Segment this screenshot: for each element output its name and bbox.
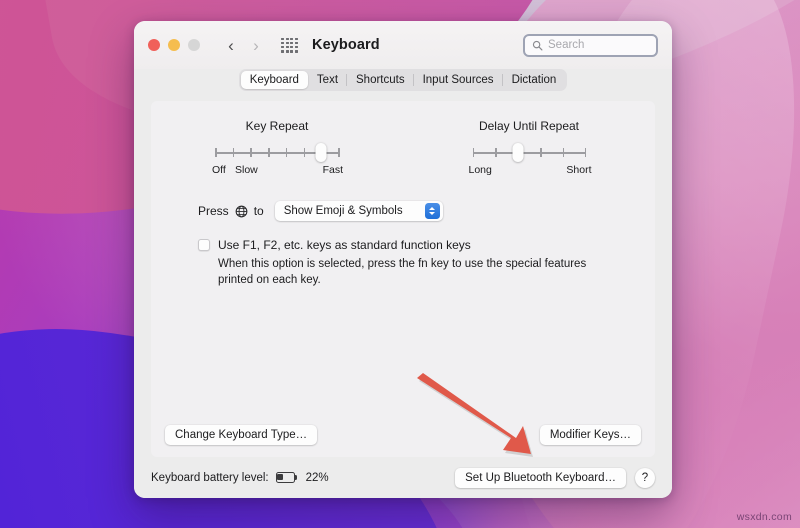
keyboard-preferences-window: ‹ › Keyboard Keyboard Te [134,21,672,498]
change-keyboard-type-button[interactable]: Change Keyboard Type… [165,425,318,445]
navigation-buttons: ‹ › [220,34,267,56]
sliders-section: Key Repeat Off Slow Fast Delay Until Rep… [151,101,655,179]
function-keys-label: Use F1, F2, etc. keys as standard functi… [218,238,471,252]
key-repeat-title: Key Repeat [245,119,309,133]
watermark: wsxdn.com [736,511,792,523]
search-field[interactable] [523,33,658,57]
globe-key-action-row: Press to Show Emoji & Symbols [198,201,655,221]
globe-action-selected-value: Show Emoji & Symbols [283,205,403,217]
delay-repeat-title: Delay Until Repeat [478,119,580,133]
window-footer: Keyboard battery level: 22% Set Up Bluet… [134,457,672,498]
key-repeat-label-off: Off [212,164,226,176]
globe-action-dropdown[interactable]: Show Emoji & Symbols [274,201,443,221]
desktop-wallpaper: ‹ › Keyboard Keyboard Te [0,0,800,528]
minimize-button[interactable] [168,39,180,51]
tab-text[interactable]: Text [308,71,347,89]
forward-arrow-icon[interactable]: › [245,34,267,56]
page-title: Keyboard [312,37,380,53]
delay-repeat-labels: Long Short [469,164,592,179]
tab-dictation[interactable]: Dictation [501,71,566,89]
function-keys-row: Use F1, F2, etc. keys as standard functi… [198,238,655,288]
back-arrow-icon[interactable]: ‹ [220,34,242,56]
globe-row-prefix: Press [198,204,229,218]
globe-row-suffix: to [253,204,264,218]
tab-input-sources[interactable]: Input Sources [412,71,503,89]
zoom-button[interactable] [188,39,200,51]
delay-repeat-knob[interactable] [512,143,524,162]
battery-percent: 22% [305,471,329,484]
key-repeat-slider[interactable] [215,143,340,162]
battery-level-label: Keyboard battery level: [151,471,269,484]
tab-keyboard[interactable]: Keyboard [240,71,308,89]
setup-bluetooth-keyboard-button[interactable]: Set Up Bluetooth Keyboard… [455,467,626,488]
tab-shortcuts[interactable]: Shortcuts [346,71,414,89]
modifier-keys-button[interactable]: Modifier Keys… [539,425,641,445]
close-button[interactable] [148,39,160,51]
help-button[interactable]: ? [635,467,655,488]
footer-right-group: Set Up Bluetooth Keyboard… ? [455,467,655,488]
delay-repeat-slider[interactable] [472,143,587,162]
key-repeat-knob[interactable] [315,143,327,162]
globe-icon [235,205,248,217]
delay-repeat-track [472,152,586,154]
key-repeat-label-fast: Fast [322,164,343,176]
function-keys-checkbox[interactable] [198,239,210,251]
traffic-lights [148,39,200,51]
chevron-updown-icon [424,203,440,219]
key-repeat-group: Key Repeat Off Slow Fast [151,119,403,179]
delay-repeat-label-long: Long [468,164,492,176]
window-titlebar: ‹ › Keyboard [134,21,672,69]
battery-icon [275,472,298,483]
key-repeat-labels: Off Slow Fast [212,164,343,179]
function-keys-description: When this option is selected, press the … [218,258,587,286]
keyboard-settings-panel: Key Repeat Off Slow Fast Delay Until Rep… [151,101,655,457]
delay-until-repeat-group: Delay Until Repeat Long Short [403,119,655,179]
search-icon [532,40,543,50]
search-input[interactable] [548,39,649,51]
panel-action-buttons: Change Keyboard Type… Modifier Keys… [165,425,641,445]
show-all-grid-icon[interactable] [281,37,298,53]
tab-bar: Keyboard Text Shortcuts Input Sources Di… [134,69,672,101]
key-repeat-label-slow: Slow [235,164,258,176]
delay-repeat-label-short: Short [566,164,592,176]
